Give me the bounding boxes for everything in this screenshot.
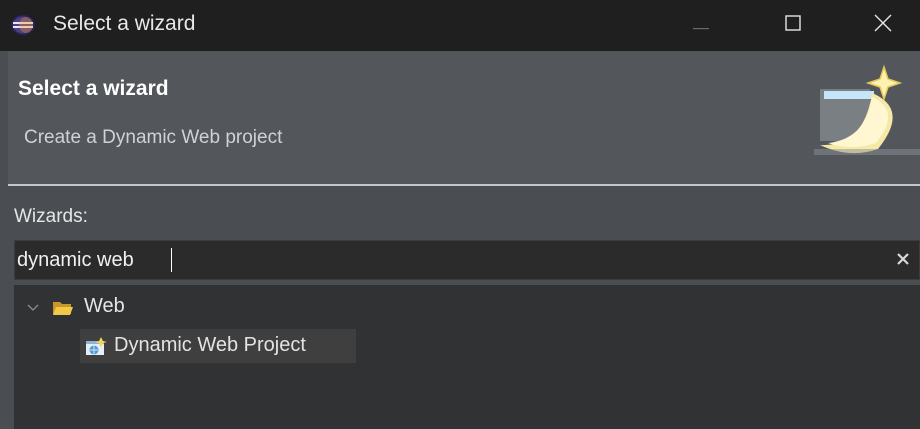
dynamic-web-project-icon	[84, 336, 108, 358]
wizard-banner-icon	[814, 59, 920, 159]
minimize-button[interactable]	[666, 0, 736, 51]
eclipse-icon	[10, 14, 36, 36]
page-description: Create a Dynamic Web project	[24, 127, 283, 148]
close-button[interactable]	[848, 0, 918, 51]
clear-filter-button[interactable]	[889, 247, 917, 275]
wizard-header: Select a wizard Create a Dynamic Web pro…	[8, 51, 920, 184]
folder-open-icon	[52, 299, 74, 317]
wizard-tree[interactable]: Web Dynamic Web Project	[14, 285, 920, 429]
tree-item-label: Dynamic Web Project	[114, 334, 306, 356]
chevron-down-icon[interactable]	[26, 301, 40, 315]
wizard-filter-input[interactable]	[15, 241, 877, 279]
tree-item-dynamic-web-project[interactable]: Dynamic Web Project	[80, 329, 356, 363]
wizard-body: Wizards: Web	[8, 186, 920, 429]
tree-item-label: Web	[84, 295, 125, 317]
text-caret	[171, 248, 172, 272]
maximize-icon	[785, 15, 801, 36]
window-title: Select a wizard	[53, 12, 196, 35]
tree-item-web[interactable]: Web	[14, 293, 414, 323]
title-bar[interactable]: Select a wizard	[0, 0, 920, 51]
page-title: Select a wizard	[18, 77, 169, 100]
wizard-dialog: Select a wizard Select a wizard Create a…	[0, 0, 920, 429]
wizard-filter[interactable]	[14, 240, 920, 280]
clear-icon	[897, 252, 909, 270]
wizards-label: Wizards:	[14, 206, 88, 227]
minimize-icon	[693, 17, 709, 35]
maximize-button[interactable]	[758, 0, 828, 51]
close-icon	[874, 14, 892, 37]
